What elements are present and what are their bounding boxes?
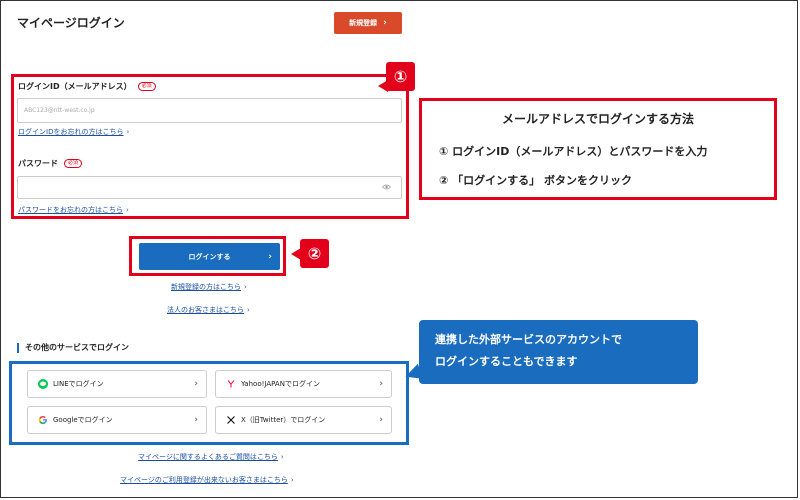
google-icon [38, 415, 47, 425]
login-button-label: ログインする [188, 252, 231, 261]
cant-register-link-text: マイページのご利用登録が出来ないお客さまはこちら [120, 476, 288, 484]
chevron-right-icon: › [379, 415, 383, 425]
chevron-right-icon: › [280, 453, 284, 461]
step-badge-1: ① [378, 62, 415, 92]
line-login-button[interactable]: LINEでログイン › [27, 370, 207, 398]
login-id-input[interactable]: ABC123@ntt-west.co.jp [17, 98, 402, 123]
password-input[interactable] [17, 176, 402, 199]
chevron-right-icon: › [290, 476, 294, 484]
line-icon [38, 379, 48, 389]
login-id-label-text: ログインID（メールアドレス） [18, 82, 132, 91]
corporate-link[interactable]: 法人のお客さまはこちら › [167, 305, 250, 315]
chevron-right-icon: › [247, 306, 250, 314]
x-icon [227, 416, 235, 424]
forgot-id-link[interactable]: ログインIDをお忘れの方はこちら › [18, 127, 129, 137]
chevron-right-icon: › [194, 415, 198, 425]
faq-link[interactable]: マイページに関するよくあるご質問はこちら › [138, 452, 284, 462]
callout-line-2: ログインすることもできます [435, 355, 578, 368]
instruction-step-2: ② 「ログインする」 ボタンをクリック [439, 174, 632, 187]
login-id-placeholder: ABC123@ntt-west.co.jp [24, 107, 95, 114]
password-label: パスワード 必須 [18, 158, 83, 169]
eye-icon[interactable] [382, 184, 391, 190]
new-register-link-text: 新規登録の方はこちら [171, 283, 241, 291]
login-id-label: ログインID（メールアドレス） 必須 [18, 81, 156, 92]
corporate-link-text: 法人のお客さまはこちら [167, 306, 244, 314]
page-title: マイページログイン [17, 16, 125, 30]
new-register-link[interactable]: 新規登録の方はこちら › [171, 282, 247, 292]
step-badge-2: ② [291, 239, 329, 268]
other-services-title: その他のサービスでログイン [17, 343, 129, 353]
chevron-right-icon: › [126, 206, 129, 214]
chevron-right-icon: › [126, 128, 130, 136]
chevron-right-icon: › [268, 251, 272, 262]
yahoo-login-button[interactable]: Yahoo!JAPANでログイン › [215, 370, 392, 398]
cant-register-link[interactable]: マイページのご利用登録が出来ないお客さまはこちら › [120, 475, 294, 485]
login-button[interactable]: ログインする › [139, 243, 280, 270]
google-login-button[interactable]: Googleでログイン › [27, 406, 207, 434]
chevron-right-icon: › [379, 379, 383, 389]
yahoo-icon [227, 380, 235, 388]
google-login-label: Googleでログイン [53, 416, 113, 424]
chevron-right-icon: › [194, 379, 198, 389]
external-service-callout: 連携した外部サービスのアカウントで ログインすることもできます [419, 320, 698, 384]
required-badge: 必須 [137, 82, 156, 91]
x-login-button[interactable]: X（旧Twitter）でログイン › [215, 406, 392, 434]
callout-line-1: 連携した外部サービスのアカウントで [435, 333, 622, 346]
instruction-step-1: ① ログインID（メールアドレス）とパスワードを入力 [439, 145, 708, 158]
faq-link-text: マイページに関するよくあるご質問はこちら [138, 453, 278, 461]
chevron-right-icon: › [383, 18, 387, 28]
register-button[interactable]: 新規登録 › [334, 12, 402, 34]
instruction-title: メールアドレスでログインする方法 [501, 112, 694, 126]
password-label-text: パスワード [18, 159, 58, 168]
forgot-password-link[interactable]: パスワードをお忘れの方はこちら › [18, 205, 129, 215]
x-login-label: X（旧Twitter）でログイン [241, 416, 326, 424]
required-badge: 必須 [64, 159, 83, 168]
chevron-right-icon: › [244, 283, 247, 291]
forgot-id-link-text: ログインIDをお忘れの方はこちら [18, 128, 124, 136]
line-login-label: LINEでログイン [53, 380, 104, 388]
yahoo-login-label: Yahoo!JAPANでログイン [241, 380, 320, 388]
forgot-password-link-text: パスワードをお忘れの方はこちら [18, 206, 123, 214]
register-button-label: 新規登録 [349, 19, 378, 27]
